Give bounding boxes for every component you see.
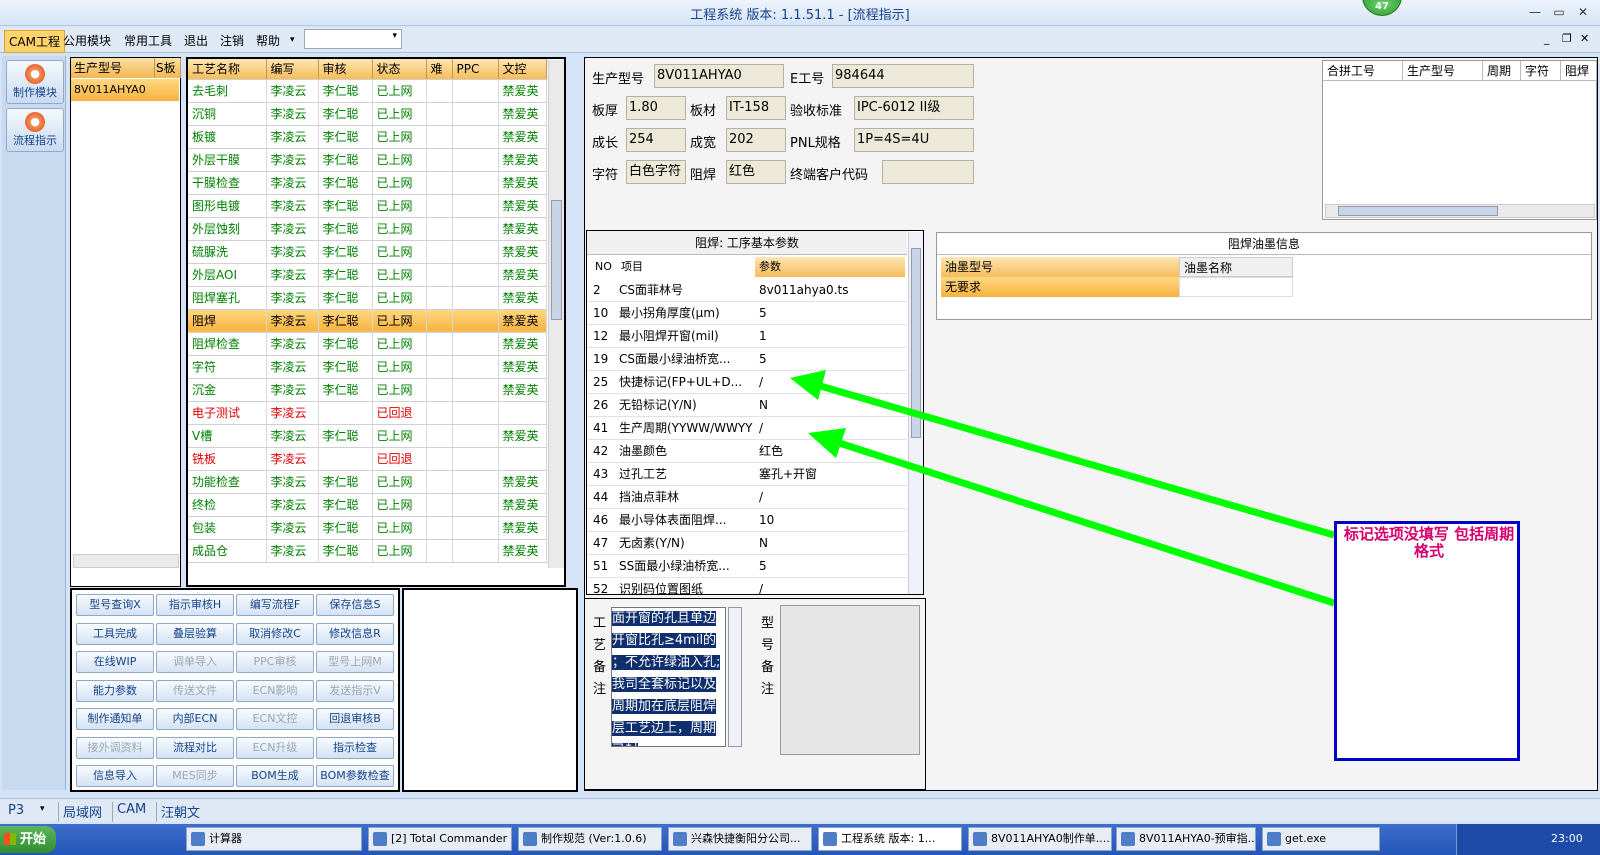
taskbar-task[interactable]: [2] Total Commander ...: [368, 827, 512, 851]
taskbar-task[interactable]: get.exe: [1262, 827, 1380, 851]
taskbar-task[interactable]: 工程系统 版本: 1...: [818, 827, 962, 851]
app-icon: [191, 832, 205, 846]
task-label: 计算器: [209, 832, 242, 845]
taskbar-task[interactable]: 8V011AHYA0-预审指...: [1116, 827, 1256, 851]
annotation-arrowhead-2: [808, 428, 846, 458]
app-icon: [523, 832, 537, 846]
status-dropdown-icon[interactable]: ▾: [40, 804, 45, 814]
start-button[interactable]: 开始: [0, 826, 56, 853]
taskbar-task[interactable]: 兴森快捷衡阳分公司...: [668, 827, 812, 851]
windows-logo-icon: [4, 833, 16, 845]
taskbar-task[interactable]: 制作规范 (Ver:1.0.6): [518, 827, 662, 851]
start-label: 开始: [20, 832, 47, 847]
annotation-box: 标记选项没填写 包括周期格式: [1334, 521, 1520, 761]
windows-taskbar: 开始 计算器 [2] Total Commander ... 制作规范 (Ver:1…: [0, 824, 1600, 855]
task-label: 8V011AHYA0-预审指...: [1139, 832, 1256, 845]
status-network: 局域网: [58, 802, 102, 822]
clock: 23:00: [1551, 832, 1583, 845]
annotation-arrowhead-1: [790, 370, 826, 400]
app-icon: [373, 832, 387, 846]
status-user: 汪朝文: [156, 802, 200, 822]
status-cam: CAM: [112, 802, 146, 822]
task-label: [2] Total Commander ...: [391, 832, 512, 845]
task-label: 8V011AHYA0制作单....: [991, 832, 1110, 845]
system-tray: 23:00: [1456, 824, 1600, 855]
task-label: 制作规范 (Ver:1.0.6): [541, 832, 647, 845]
app-icon: [1267, 832, 1281, 846]
annotation-text: 标记选项没填写 包括周期格式: [1343, 525, 1515, 560]
task-label: 工程系统 版本: 1...: [841, 832, 936, 845]
app-icon: [673, 832, 687, 846]
app-icon: [1121, 832, 1135, 846]
taskbar-task[interactable]: 8V011AHYA0制作单....: [968, 827, 1112, 851]
app-icon: [973, 832, 987, 846]
status-bar: P3 ▾ 局域网 CAM 汪朝文: [0, 798, 1600, 822]
task-label: 兴森快捷衡阳分公司...: [691, 832, 801, 845]
app-icon: [823, 832, 837, 846]
taskbar-task[interactable]: 计算器: [186, 827, 362, 851]
status-p3[interactable]: P3: [8, 803, 24, 818]
task-label: get.exe: [1285, 832, 1327, 845]
